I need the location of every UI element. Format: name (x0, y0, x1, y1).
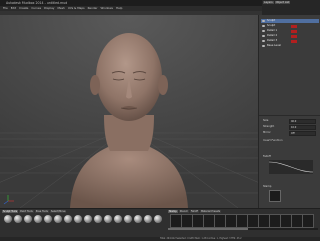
imprint-brush-icon[interactable] (84, 215, 92, 223)
tab-stencil[interactable]: Stencil (178, 210, 189, 213)
tab-falloff[interactable]: Falloff (189, 210, 199, 213)
eye-icon[interactable] (262, 30, 265, 32)
window-title: Autodesk Mudbox 2014 - untitled.mud (6, 1, 68, 5)
status-bar: Total: 294,912 Selected: 0 GPU Mem: 1,23… (0, 237, 320, 241)
prop-size-field[interactable]: 40.0 (289, 119, 316, 124)
tab-object-list[interactable]: Object List (274, 1, 291, 4)
layer-tabs: Layers Object List (262, 0, 320, 5)
tab-layers[interactable]: Layers (263, 1, 274, 4)
knife-brush-icon[interactable] (124, 215, 132, 223)
prop-mirror-select[interactable]: Off (289, 131, 316, 136)
smooth-brush-icon[interactable] (14, 215, 22, 223)
layer-name: Detail 3 (267, 39, 278, 42)
tray-scrollbar[interactable] (168, 228, 318, 230)
layer-row[interactable]: Detail 2 (261, 34, 319, 38)
layer-row[interactable]: Sculpt (261, 24, 319, 28)
spray-brush-icon[interactable] (64, 215, 72, 223)
falloff-curve-graph[interactable] (268, 160, 314, 174)
bulge-brush-icon[interactable] (144, 215, 152, 223)
panel-divider (259, 115, 320, 116)
fill-brush-icon[interactable] (114, 215, 122, 223)
repeat-brush-icon[interactable] (74, 215, 82, 223)
prop-stamp-label: Stamp (263, 185, 272, 188)
layer-name: Base Level (267, 44, 281, 47)
layer-name: Sculpt (267, 24, 276, 27)
top-right-panel: Layers Object List (262, 0, 320, 15)
layer-name: Detail 1 (267, 29, 278, 32)
layer-name: Detail 2 (267, 34, 278, 37)
tab-pose-tools[interactable]: Pose Tools (34, 210, 49, 213)
eye-icon[interactable] (262, 45, 265, 47)
tool-shelf-tabs: Sculpt Tools Paint Tools Pose Tools Sele… (2, 210, 67, 213)
prop-size-label: Size (263, 119, 269, 122)
pinch-brush-icon[interactable] (34, 215, 42, 223)
foamy-brush-icon[interactable] (54, 215, 62, 223)
eye-icon[interactable] (262, 35, 265, 37)
prop-falloff-label: Falloff (263, 155, 271, 158)
stamp-preview[interactable] (269, 190, 281, 202)
smear-brush-icon[interactable] (134, 215, 142, 223)
eye-icon[interactable] (262, 40, 265, 42)
prop-strength-label: Strength (263, 125, 275, 128)
prop-invert-label: Invert Function (263, 139, 283, 142)
tab-paint-tools[interactable]: Paint Tools (19, 210, 34, 213)
layer-color-swatch (291, 39, 297, 43)
tab-stamp[interactable]: Stamp (168, 210, 178, 213)
sculpt-brush-icon[interactable] (4, 215, 12, 223)
stamp-thumbnail[interactable] (302, 214, 314, 228)
flatten-brush-icon[interactable] (44, 215, 52, 223)
grab-brush-icon[interactable] (24, 215, 32, 223)
wax-brush-icon[interactable] (94, 215, 102, 223)
tab-material-presets[interactable]: Material Presets (199, 210, 222, 213)
3d-viewport[interactable] (0, 15, 258, 208)
layer-row[interactable]: Sculpt (261, 19, 319, 23)
layer-color-swatch (291, 29, 297, 33)
bottom-tray: Sculpt Tools Paint Tools Pose Tools Sele… (0, 208, 320, 241)
tab-sculpt-tools[interactable]: Sculpt Tools (2, 210, 19, 213)
tray-tabs: Stamp Stencil Falloff Material Presets (168, 210, 222, 213)
layer-name: Sculpt (267, 19, 276, 22)
viewport-scene (0, 15, 258, 208)
amplify-brush-icon[interactable] (154, 215, 162, 223)
prop-strength-field[interactable]: 10.0 (289, 125, 316, 130)
layer-row[interactable]: Base Level (261, 44, 319, 48)
right-panel: Sculpt Sculpt Detail 1 Detail 2 Detail 3… (258, 15, 320, 208)
prop-mirror-label: Mirror (263, 131, 271, 134)
layer-row[interactable]: Detail 1 (261, 29, 319, 33)
layer-row[interactable]: Detail 3 (261, 39, 319, 43)
layer-color-swatch (291, 24, 297, 28)
layer-color-swatch (291, 34, 297, 38)
scrape-brush-icon[interactable] (104, 215, 112, 223)
eye-icon[interactable] (262, 20, 265, 22)
tab-select-move[interactable]: Select/Move (49, 210, 67, 213)
eye-icon[interactable] (262, 25, 265, 27)
